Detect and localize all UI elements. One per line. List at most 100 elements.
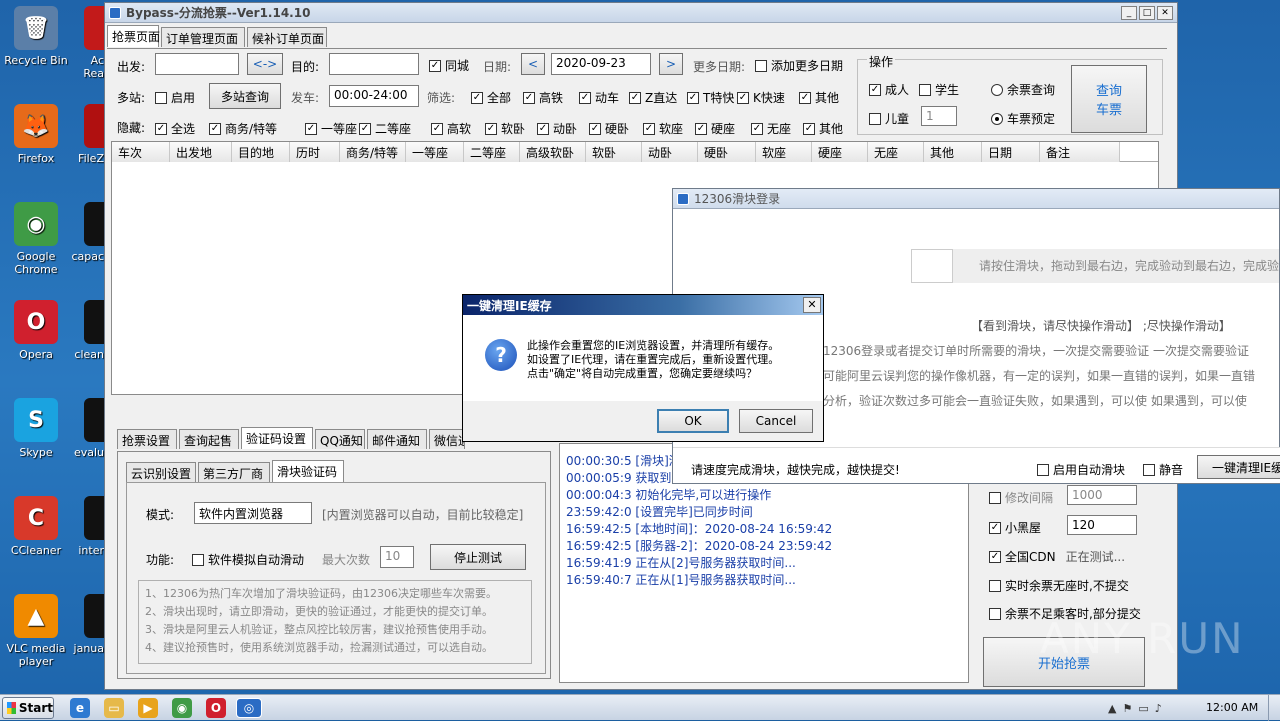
depart-time-select[interactable]: 00:00-24:00 <box>329 85 419 107</box>
column-header[interactable]: 硬座 <box>812 142 868 162</box>
slider-handle[interactable] <box>911 249 953 283</box>
explorer-taskbar-icon[interactable]: ▭ <box>104 698 124 718</box>
desktop-icon-partial[interactable]: janua <box>60 594 104 655</box>
desktop-icon-partial[interactable]: inter <box>60 496 104 557</box>
column-header[interactable]: 出发地 <box>170 142 232 162</box>
filter-checkbox[interactable]: ✓ 高铁 <box>523 89 563 106</box>
column-header[interactable]: 软卧 <box>586 142 642 162</box>
ie-taskbar-icon[interactable]: e <box>70 698 90 718</box>
hide-checkbox[interactable]: ✓ 一等座 <box>305 120 357 137</box>
column-header[interactable]: 车次 <box>112 142 170 162</box>
desktop-icon-partial[interactable]: capac <box>60 202 104 263</box>
next-date-button[interactable]: > <box>659 53 683 75</box>
tab-main-2[interactable]: 候补订单页面 <box>247 27 327 47</box>
column-header[interactable]: 日期 <box>982 142 1040 162</box>
column-header[interactable]: 目的地 <box>232 142 290 162</box>
hide-checkbox[interactable]: ✓ 无座 <box>751 120 791 137</box>
hide-checkbox[interactable]: ✓ 二等座 <box>359 120 411 137</box>
tab-bottom-5[interactable]: 微信通 <box>429 429 465 449</box>
realtime-checkbox[interactable]: 实时余票无座时,不提交 <box>989 577 1129 594</box>
clear-ie-cache-button[interactable]: 一键清理IE缓 <box>1197 455 1280 479</box>
prev-date-button[interactable]: < <box>521 53 545 75</box>
hide-checkbox[interactable]: ✓ 软座 <box>643 120 683 137</box>
student-checkbox[interactable]: 学生 <box>919 81 959 98</box>
desktop-icon-partial[interactable]: clean <box>60 300 104 361</box>
dialog-close-icon[interactable]: ✕ <box>803 297 821 313</box>
filter-checkbox[interactable]: ✓ 其他 <box>799 89 839 106</box>
column-header[interactable]: 一等座 <box>406 142 464 162</box>
swap-button[interactable]: <-> <box>247 53 283 75</box>
stop-test-button[interactable]: 停止测试 <box>430 544 526 570</box>
show-desktop-button[interactable] <box>1268 695 1280 721</box>
tab-bottom-3[interactable]: QQ通知 <box>315 429 365 449</box>
adult-checkbox[interactable]: ✓ 成人 <box>869 81 909 98</box>
chrome-taskbar-icon[interactable]: ◉ <box>172 698 192 718</box>
remain-query-radio[interactable]: 余票查询 <box>991 81 1055 98</box>
blackroom-checkbox[interactable]: ✓ 小黑屋 <box>989 519 1041 536</box>
column-header[interactable]: 二等座 <box>464 142 520 162</box>
close-button[interactable]: ✕ <box>1157 5 1173 20</box>
interval-input[interactable]: 1000 <box>1067 485 1137 505</box>
hide-checkbox[interactable]: ✓ 高软 <box>431 120 471 137</box>
multi-enable-checkbox[interactable]: 启用 <box>155 89 195 106</box>
same-city-checkbox[interactable]: ✓ 同城 <box>429 57 469 74</box>
maximize-button[interactable]: □ <box>1139 5 1155 20</box>
column-header[interactable]: 动卧 <box>642 142 698 162</box>
column-header[interactable]: 高级软卧 <box>520 142 586 162</box>
desktop-icon-partial[interactable]: evalu <box>60 398 104 459</box>
multi-query-button[interactable]: 多站查询 <box>209 83 281 109</box>
enable-auto-slider-checkbox[interactable]: 启用自动滑块 <box>1037 461 1125 478</box>
opera-taskbar-icon[interactable]: O <box>206 698 226 718</box>
desktop-icon-partial[interactable]: FileZ <box>60 104 104 165</box>
book-radio[interactable]: 车票预定 <box>991 110 1055 127</box>
date-input[interactable]: 2020-09-23 <box>551 53 651 75</box>
desktop-icon-partial[interactable]: Ac Rea <box>60 6 104 80</box>
child-count-stepper[interactable]: 1 <box>921 106 957 126</box>
tab-bottom-1[interactable]: 查询起售 <box>179 429 239 449</box>
blackroom-input[interactable]: 120 <box>1067 515 1137 535</box>
cdn-checkbox[interactable]: ✓ 全国CDN 正在测试... <box>989 548 1125 565</box>
tab-sub-2[interactable]: 滑块验证码 <box>272 460 344 482</box>
tab-bottom-0[interactable]: 抢票设置 <box>117 429 177 449</box>
column-header[interactable]: 硬卧 <box>698 142 756 162</box>
auto-slide-checkbox[interactable]: 软件模拟自动滑动 <box>192 551 304 568</box>
hide-checkbox[interactable]: ✓ 其他 <box>803 120 843 137</box>
tab-main-1[interactable]: 订单管理页面 <box>161 27 245 47</box>
media-taskbar-icon[interactable]: ▶ <box>138 698 158 718</box>
hide-checkbox[interactable]: ✓ 全选 <box>155 120 195 137</box>
tab-sub-0[interactable]: 云识别设置 <box>126 462 196 482</box>
column-header[interactable]: 商务/特等 <box>340 142 406 162</box>
mute-checkbox[interactable]: 静音 <box>1143 461 1183 478</box>
hide-checkbox[interactable]: ✓ 动卧 <box>537 120 577 137</box>
query-tickets-button[interactable]: 查询 车票 <box>1071 65 1147 133</box>
filter-checkbox[interactable]: ✓ 全部 <box>471 89 511 106</box>
to-input[interactable] <box>329 53 419 75</box>
modify-interval-checkbox[interactable]: 修改间隔 <box>989 489 1053 506</box>
column-header[interactable]: 备注 <box>1040 142 1120 162</box>
hide-checkbox[interactable]: ✓ 硬座 <box>695 120 735 137</box>
column-header[interactable]: 无座 <box>868 142 924 162</box>
column-header[interactable]: 其他 <box>924 142 982 162</box>
filter-checkbox[interactable]: ✓ K快速 <box>737 89 785 106</box>
hide-checkbox[interactable]: ✓ 商务/特等 <box>209 120 277 137</box>
cancel-button[interactable]: Cancel <box>739 409 813 433</box>
tab-bottom-4[interactable]: 邮件通知 <box>367 429 427 449</box>
tab-sub-1[interactable]: 第三方厂商 <box>198 462 270 482</box>
child-checkbox[interactable]: 儿童 <box>869 110 909 127</box>
column-header[interactable]: 历时 <box>290 142 340 162</box>
bypass-taskbar-icon[interactable]: ◎ <box>236 698 262 718</box>
filter-checkbox[interactable]: ✓ T特快 <box>687 89 734 106</box>
from-input[interactable] <box>155 53 239 75</box>
start-button[interactable]: Start <box>2 697 54 719</box>
hide-checkbox[interactable]: ✓ 软卧 <box>485 120 525 137</box>
filter-checkbox[interactable]: ✓ Z直达 <box>629 89 677 106</box>
mode-select[interactable]: 软件内置浏览器 <box>194 502 312 524</box>
tab-main-0[interactable]: 抢票页面 <box>107 25 160 47</box>
minimize-button[interactable]: _ <box>1121 5 1137 20</box>
ok-button[interactable]: OK <box>657 409 729 433</box>
column-header[interactable]: 软座 <box>756 142 812 162</box>
max-count-stepper[interactable]: 10 <box>380 546 414 568</box>
add-more-dates-checkbox[interactable]: 添加更多日期 <box>755 57 843 74</box>
tab-bottom-2[interactable]: 验证码设置 <box>241 427 313 449</box>
hide-checkbox[interactable]: ✓ 硬卧 <box>589 120 629 137</box>
